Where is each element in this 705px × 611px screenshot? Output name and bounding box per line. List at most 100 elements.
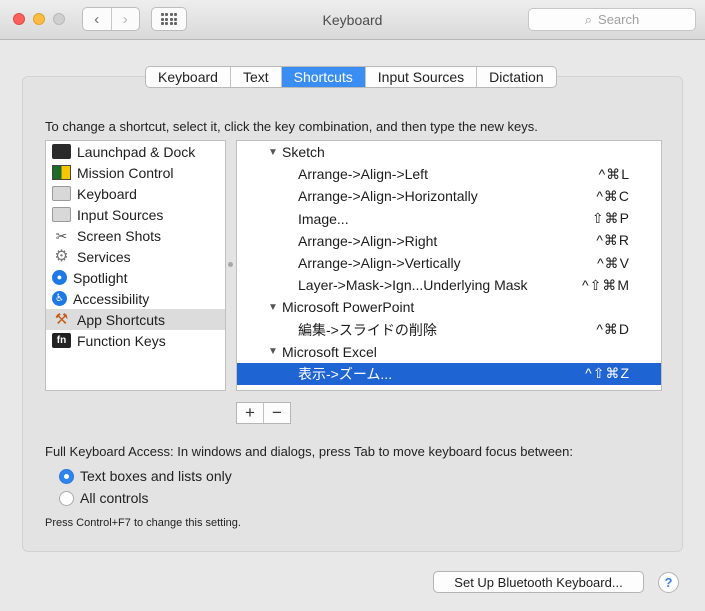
shortcut-keys[interactable]: ^⌘C (596, 188, 630, 205)
keyboard-icon (52, 186, 71, 201)
back-button[interactable]: ‹ (83, 8, 112, 30)
shortcut-keys[interactable]: ^⇧⌘Z (585, 365, 630, 382)
category-mission-control[interactable]: Mission Control (46, 162, 225, 183)
spotlight-icon: ● (52, 270, 67, 285)
category-label: Keyboard (77, 185, 137, 202)
input-sources-icon (52, 207, 71, 222)
forward-button[interactable]: › (112, 8, 140, 30)
setup-bluetooth-keyboard-button[interactable]: Set Up Bluetooth Keyboard... (433, 571, 644, 593)
full-keyboard-access-label: Full Keyboard Access: In windows and dia… (45, 444, 573, 459)
category-app-shortcuts[interactable]: ⚒ App Shortcuts (46, 309, 225, 330)
group-label: Sketch (282, 144, 325, 161)
category-function-keys[interactable]: fn Function Keys (46, 330, 225, 351)
shortcut-keys[interactable]: ^⌘V (597, 255, 630, 272)
group-label: Microsoft Excel (282, 343, 377, 360)
shortcut-row-selected[interactable]: 表示->ズーム... ^⇧⌘Z (237, 362, 661, 386)
shortcut-group-powerpoint[interactable]: ▼ Microsoft PowerPoint (237, 296, 661, 318)
category-label: Services (77, 248, 131, 265)
tab-input-sources[interactable]: Input Sources (366, 67, 478, 87)
navigation-buttons: ‹ › (82, 7, 140, 31)
chevron-right-icon: › (122, 10, 128, 28)
fn-key-icon: fn (52, 333, 71, 348)
add-shortcut-button[interactable]: + (237, 403, 264, 423)
search-icon: ⌕ (584, 11, 593, 27)
help-button[interactable]: ? (658, 572, 679, 593)
category-label: App Shortcuts (77, 311, 165, 328)
category-label: Input Sources (77, 206, 164, 223)
title-bar: ‹ › Keyboard ⌕ Search (0, 0, 705, 40)
shortcut-label: Layer->Mask->Ign...Underlying Mask (298, 277, 528, 294)
tab-dictation[interactable]: Dictation (477, 67, 555, 87)
shortcut-keys[interactable]: ^⌘D (596, 321, 630, 338)
remove-shortcut-button[interactable]: − (264, 403, 290, 423)
category-list[interactable]: Launchpad & Dock Mission Control Keyboar… (45, 140, 226, 391)
shortcut-row[interactable]: Arrange->Align->Horizontally ^⌘C (237, 185, 661, 207)
accessibility-icon: ♿ (52, 291, 67, 306)
category-label: Spotlight (73, 269, 128, 286)
shortcut-row[interactable]: Arrange->Align->Left ^⌘L (237, 163, 661, 185)
category-label: Accessibility (73, 290, 150, 307)
shortcut-keys[interactable]: ^⌘L (599, 166, 630, 183)
add-remove-controls: + − (236, 402, 291, 424)
tab-text[interactable]: Text (231, 67, 282, 87)
radio-button-selected[interactable] (59, 468, 74, 484)
radio-button[interactable] (59, 490, 74, 506)
app-store-icon: ⚒ (54, 311, 69, 328)
category-spotlight[interactable]: ● Spotlight (46, 267, 225, 288)
shortcut-group-excel[interactable]: ▼ Microsoft Excel (237, 341, 661, 363)
shortcut-keys[interactable]: ^⇧⌘M (582, 277, 630, 294)
control-f7-hint: Press Control+F7 to change this setting. (45, 517, 241, 529)
disclosure-triangle-icon[interactable]: ▼ (268, 346, 278, 357)
category-launchpad-dock[interactable]: Launchpad & Dock (46, 141, 225, 162)
mission-control-icon (52, 165, 71, 180)
group-label: Microsoft PowerPoint (282, 299, 415, 316)
shortcut-row[interactable]: Image... ⇧⌘P (237, 208, 661, 230)
show-all-button[interactable] (151, 7, 187, 31)
gear-icon: ⚙ (54, 247, 69, 265)
shortcut-label: Arrange->Align->Vertically (298, 255, 461, 272)
category-keyboard[interactable]: Keyboard (46, 183, 225, 204)
chevron-left-icon: ‹ (94, 10, 100, 28)
disclosure-triangle-icon[interactable]: ▼ (268, 147, 278, 158)
split-view-handle[interactable] (228, 262, 233, 267)
tab-bar: Keyboard Text Shortcuts Input Sources Di… (145, 66, 557, 88)
tab-keyboard[interactable]: Keyboard (146, 67, 231, 87)
shortcut-label: Arrange->Align->Horizontally (298, 188, 478, 205)
camera-icon: ✂ (55, 227, 68, 244)
shortcut-group-sketch[interactable]: ▼ Sketch (237, 141, 661, 163)
search-placeholder: Search (598, 12, 640, 27)
radio-label: All controls (80, 490, 149, 506)
shortcut-row[interactable]: Arrange->Align->Right ^⌘R (237, 230, 661, 252)
tab-shortcuts[interactable]: Shortcuts (281, 67, 366, 87)
category-services[interactable]: ⚙ Services (46, 246, 225, 267)
instructions-text: To change a shortcut, select it, click t… (45, 119, 538, 134)
launchpad-icon (52, 144, 71, 159)
shortcut-row[interactable]: Layer->Mask->Ign...Underlying Mask ^⇧⌘M (237, 274, 661, 296)
shortcut-row[interactable]: 編集->スライドの削除 ^⌘D (237, 319, 661, 341)
radio-label: Text boxes and lists only (80, 468, 232, 484)
minimize-window-button[interactable] (33, 13, 45, 25)
search-field[interactable]: ⌕ Search (528, 8, 696, 31)
shortcut-label: Arrange->Align->Right (298, 232, 438, 249)
radio-all-controls[interactable]: All controls (59, 490, 148, 506)
category-label: Launchpad & Dock (77, 143, 196, 160)
grid-icon (160, 13, 178, 25)
shortcut-label: Arrange->Align->Left (298, 166, 428, 183)
category-label: Mission Control (77, 164, 174, 181)
shortcut-label: 編集->スライドの削除 (298, 321, 437, 338)
disclosure-triangle-icon[interactable]: ▼ (268, 302, 278, 313)
category-screen-shots[interactable]: ✂ Screen Shots (46, 225, 225, 246)
category-input-sources[interactable]: Input Sources (46, 204, 225, 225)
shortcut-keys[interactable]: ^⌘R (596, 232, 630, 249)
shortcuts-list[interactable]: ▼ Sketch Arrange->Align->Left ^⌘L Arrang… (236, 140, 662, 391)
shortcut-label: Image... (298, 210, 349, 227)
radio-text-boxes-lists[interactable]: Text boxes and lists only (59, 468, 232, 484)
close-window-button[interactable] (13, 13, 25, 25)
category-label: Function Keys (77, 332, 166, 349)
shortcut-keys[interactable]: ⇧⌘P (592, 210, 630, 227)
category-label: Screen Shots (77, 227, 162, 244)
shortcut-label: 表示->ズーム... (298, 365, 393, 382)
shortcut-row[interactable]: Arrange->Align->Vertically ^⌘V (237, 252, 661, 274)
category-accessibility[interactable]: ♿ Accessibility (46, 288, 225, 309)
zoom-window-button[interactable] (53, 13, 65, 25)
